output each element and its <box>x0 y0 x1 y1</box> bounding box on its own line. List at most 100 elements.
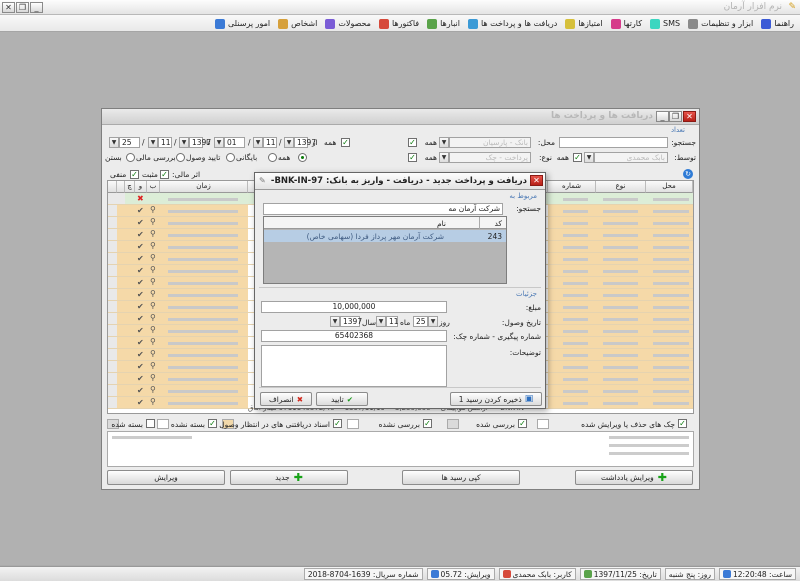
payments-close-button[interactable]: ✕ <box>683 111 696 122</box>
mediator-all-checkbox[interactable]: ✓ <box>573 153 582 162</box>
amount-input[interactable]: 10,000,000 <box>261 301 447 313</box>
to-year-dropdown-icon[interactable]: ▼ <box>179 137 189 148</box>
legend-checkbox[interactable]: ✓ <box>146 419 155 428</box>
ok-button[interactable]: ✔ تایید <box>316 392 368 406</box>
to-month-dropdown-icon[interactable]: ▼ <box>148 137 158 148</box>
mediator-dropdown-icon[interactable]: ▼ <box>584 152 594 163</box>
magnifier-icon[interactable]: ⚲ <box>150 217 156 226</box>
magnifier-icon[interactable]: ⚲ <box>150 205 156 214</box>
check-icon[interactable]: ✔ <box>137 206 144 215</box>
legend-checkbox[interactable]: ✓ <box>423 419 432 428</box>
check-icon[interactable]: ✔ <box>137 302 144 311</box>
magnifier-icon[interactable]: ⚲ <box>150 361 156 370</box>
day-field[interactable]: 25 <box>413 316 428 327</box>
check-icon[interactable]: ✔ <box>137 398 144 407</box>
mediator-select[interactable]: بابک محمدی <box>594 152 668 163</box>
new-button[interactable]: ✚ جدید <box>230 470 348 485</box>
to-day-field[interactable]: 25 <box>119 137 140 148</box>
radio-review[interactable] <box>176 153 185 162</box>
col-header-v[interactable]: و <box>135 181 147 193</box>
magnifier-icon[interactable]: ⚲ <box>150 277 156 286</box>
result-row[interactable]: 243 شرکت آرمان مهر پرداز فردا (سهامی خاص… <box>264 230 506 242</box>
from-year-dropdown-icon[interactable]: ▼ <box>284 137 294 148</box>
refresh-icon[interactable]: ↻ <box>683 169 693 179</box>
menu-item-10[interactable]: راهنما <box>761 18 794 29</box>
delete-icon[interactable]: ✖ <box>137 194 144 203</box>
month-field[interactable]: 11 <box>386 316 399 327</box>
positive-checkbox[interactable]: ✓ <box>160 170 169 179</box>
col-header-number[interactable]: شماره <box>548 181 596 193</box>
from-year-field[interactable]: 1397 <box>294 137 316 148</box>
col-header-location[interactable]: محل <box>646 181 693 193</box>
app-close-button[interactable]: ✕ <box>2 2 15 13</box>
payments-minimize-button[interactable]: _ <box>656 111 669 122</box>
magnifier-icon[interactable]: ⚲ <box>150 349 156 358</box>
app-maximize-button[interactable]: ❐ <box>16 2 29 13</box>
check-icon[interactable]: ✔ <box>137 218 144 227</box>
check-icon[interactable]: ✔ <box>137 230 144 239</box>
col-header-b[interactable]: ب <box>147 181 160 193</box>
col-header-type[interactable]: نوع <box>596 181 646 193</box>
magnifier-icon[interactable]: ⚲ <box>150 265 156 274</box>
check-icon[interactable]: ✔ <box>137 386 144 395</box>
to-month-field[interactable]: 11 <box>158 137 172 148</box>
app-minimize-button[interactable]: _ <box>30 2 43 13</box>
radio-archive[interactable] <box>268 153 277 162</box>
location-select[interactable]: بانک - پارسیان <box>449 137 531 148</box>
menu-item-6[interactable]: امتیازها <box>565 18 603 29</box>
type-select[interactable]: پرداخت - چک <box>449 152 531 163</box>
magnifier-icon[interactable]: ⚲ <box>150 253 156 262</box>
magnifier-icon[interactable]: ⚲ <box>150 325 156 334</box>
magnifier-icon[interactable]: ⚲ <box>150 229 156 238</box>
magnifier-icon[interactable]: ⚲ <box>150 289 156 298</box>
check-icon[interactable]: ✔ <box>137 338 144 347</box>
col-header-ch[interactable]: چ <box>125 181 135 193</box>
payments-maximize-button[interactable]: ❐ <box>669 111 682 122</box>
from-month-field[interactable]: 11 <box>263 137 277 148</box>
date-all-checkbox[interactable]: ✓ <box>341 138 350 147</box>
notes-area[interactable] <box>107 431 694 467</box>
check-icon[interactable]: ✔ <box>137 350 144 359</box>
check-icon[interactable]: ✔ <box>137 362 144 371</box>
copy-receipts-button[interactable]: کپی رسید ها <box>402 470 520 485</box>
negative-checkbox[interactable]: ✓ <box>130 170 139 179</box>
check-icon[interactable]: ✔ <box>137 374 144 383</box>
to-year-field[interactable]: 1397 <box>189 137 211 148</box>
magnifier-icon[interactable]: ⚲ <box>150 241 156 250</box>
to-day-dropdown-icon[interactable]: ▼ <box>109 137 119 148</box>
from-month-dropdown-icon[interactable]: ▼ <box>253 137 263 148</box>
dialog-search-input[interactable]: شرکت آرمان مه <box>263 203 503 215</box>
menu-item-9[interactable]: ابزار و تنظیمات <box>688 18 753 29</box>
edit-button[interactable]: ویرایش <box>107 470 225 485</box>
check-icon[interactable]: ✔ <box>137 278 144 287</box>
type-dropdown-icon[interactable]: ▼ <box>439 152 449 163</box>
location-dropdown-icon[interactable]: ▼ <box>439 137 449 148</box>
menu-item-8[interactable]: SMS <box>650 18 680 29</box>
radio-all[interactable] <box>298 153 307 162</box>
month-dropdown-icon[interactable]: ▼ <box>376 316 386 327</box>
legend-checkbox[interactable]: ✓ <box>208 419 217 428</box>
year-dropdown-icon[interactable]: ▼ <box>330 316 340 327</box>
menu-item-2[interactable]: محصولات <box>325 18 371 29</box>
menu-item-0[interactable]: امور پرسنلی <box>215 18 270 29</box>
check-icon[interactable]: ✔ <box>137 254 144 263</box>
magnifier-icon[interactable]: ⚲ <box>150 385 156 394</box>
magnifier-icon[interactable]: ⚲ <box>150 313 156 322</box>
from-day-dropdown-icon[interactable]: ▼ <box>214 137 224 148</box>
magnifier-icon[interactable]: ⚲ <box>150 397 156 406</box>
magnifier-icon[interactable]: ⚲ <box>150 337 156 346</box>
magnifier-icon[interactable]: ⚲ <box>150 373 156 382</box>
legend-checkbox[interactable]: ✓ <box>333 419 342 428</box>
cancel-button[interactable]: ✖ انصراف <box>260 392 312 406</box>
search-input[interactable] <box>559 137 668 148</box>
check-icon[interactable]: ✔ <box>137 314 144 323</box>
location-all-checkbox[interactable]: ✓ <box>408 138 417 147</box>
edit-note-button[interactable]: ✚ ویرایش یادداشت <box>575 470 693 485</box>
radio-close[interactable] <box>126 153 135 162</box>
save-receipt-button[interactable]: ▣ ذخیره کردن رسید 1 <box>450 392 542 406</box>
menu-item-1[interactable]: اشخاص <box>278 18 317 29</box>
check-icon[interactable]: ✔ <box>137 266 144 275</box>
from-day-field[interactable]: 01 <box>224 137 245 148</box>
menu-item-4[interactable]: انبارها <box>427 18 460 29</box>
radio-confirm[interactable] <box>226 153 235 162</box>
